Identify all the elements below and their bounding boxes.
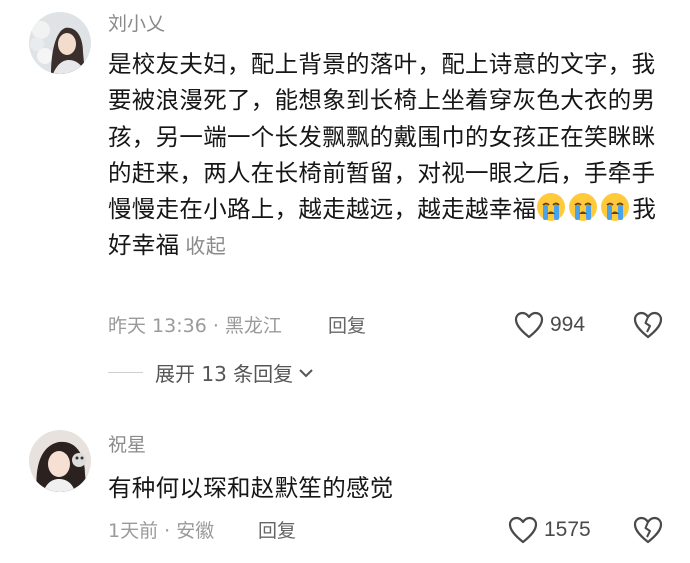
comment-location: 黑龙江 xyxy=(224,315,282,337)
avatar[interactable] xyxy=(29,430,91,492)
reply-button[interactable]: 回复 xyxy=(328,314,366,338)
like-count: 994 xyxy=(550,313,586,336)
expand-replies[interactable]: 展开 13 条回复 xyxy=(108,358,314,387)
author-name[interactable]: 祝星 xyxy=(108,433,146,457)
reply-button[interactable]: 回复 xyxy=(258,519,296,543)
broken-heart-icon xyxy=(633,516,663,544)
crying-face-icon xyxy=(537,193,566,222)
chevron-down-icon xyxy=(299,368,313,377)
heart-icon xyxy=(514,311,544,339)
expand-replies-label[interactable]: 展开 13 条回复 xyxy=(155,358,293,387)
comment-location: 安徽 xyxy=(176,520,215,542)
comment-meta: 昨天 13:36 · 黑龙江 xyxy=(108,315,282,337)
comment-time: 昨天 13:36 xyxy=(108,315,207,337)
comment-time: 1天前 xyxy=(108,520,159,542)
dislike-button[interactable] xyxy=(633,516,663,548)
crying-face-icon xyxy=(601,193,630,222)
comment-text: 是校友夫妇，配上背景的落叶，配上诗意的文字，我要被浪漫死了，能想象到长椅上坐着穿… xyxy=(108,46,668,265)
like-count: 1575 xyxy=(544,518,591,541)
author-name[interactable]: 刘小乂 xyxy=(108,12,165,36)
heart-icon xyxy=(508,516,538,544)
crying-face-icon xyxy=(569,193,598,222)
comment-text: 有种何以琛和赵默笙的感觉 xyxy=(108,474,394,502)
like-button[interactable]: 1575 xyxy=(508,516,591,544)
like-button[interactable]: 994 xyxy=(514,311,585,339)
divider xyxy=(108,372,143,373)
dislike-button[interactable] xyxy=(633,311,663,343)
avatar[interactable] xyxy=(29,12,91,74)
comment-meta: 1天前 · 安徽 xyxy=(108,520,215,542)
broken-heart-icon xyxy=(633,311,663,339)
collapse-button[interactable]: 收起 xyxy=(185,234,226,258)
